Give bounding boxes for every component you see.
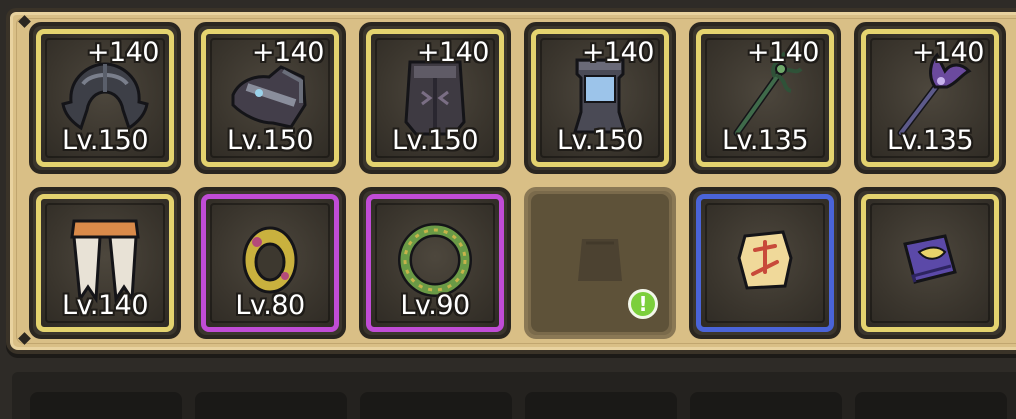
exclamation-icon: !: [628, 289, 658, 319]
empty-slot-placeholder-icon: [578, 239, 622, 282]
rune-stone-icon: [737, 230, 793, 290]
equipment-slot-book[interactable]: [854, 187, 1006, 339]
item-level: Lv.90: [400, 290, 470, 321]
item-level: Lv.135: [886, 125, 974, 156]
equipment-slot-shoulder[interactable]: +140 Lv.150: [194, 22, 346, 174]
upgrade-bonus: +140: [416, 37, 490, 68]
equipment-slot-chest[interactable]: +140 Lv.150: [359, 22, 511, 174]
item-level: Lv.150: [61, 125, 149, 156]
equipment-slot-ring-2[interactable]: Lv.90: [359, 187, 511, 339]
helmet-icon: [61, 62, 149, 131]
inventory-slot[interactable]: [690, 392, 842, 419]
upgrade-bonus: +140: [746, 37, 820, 68]
spellbook-icon: [903, 234, 957, 285]
inventory-slot[interactable]: [525, 392, 677, 419]
upgrade-bonus: +140: [251, 37, 325, 68]
item-level: Lv.150: [226, 125, 314, 156]
inventory-slot[interactable]: [30, 392, 182, 419]
equipment-slot-helmet[interactable]: +140 Lv.150: [29, 22, 181, 174]
upgrade-bonus: +140: [911, 37, 985, 68]
item-level: Lv.80: [235, 290, 305, 321]
inventory-slot[interactable]: [195, 392, 347, 419]
item-level: Lv.140: [61, 290, 149, 321]
item-level: Lv.150: [556, 125, 644, 156]
gold-ring-icon: [242, 226, 298, 294]
equipment-slot-weapon-green[interactable]: +140 Lv.135: [689, 22, 841, 174]
item-level: Lv.135: [721, 125, 809, 156]
equipment-slot-belt[interactable]: +140 Lv.150: [524, 22, 676, 174]
equipment-slot-empty[interactable]: !: [524, 187, 676, 339]
equipment-slot-rune[interactable]: [689, 187, 841, 339]
upgrade-bonus: +140: [86, 37, 160, 68]
leaf-ring-icon: [398, 223, 472, 298]
inventory-slot[interactable]: [855, 392, 1007, 419]
upgrade-bonus: +140: [581, 37, 655, 68]
item-level: Lv.150: [391, 125, 479, 156]
equipment-slot-weapon-purple[interactable]: +140 Lv.135: [854, 22, 1006, 174]
equipment-screen: +140 Lv.150 +140 Lv.150 +140 Lv.150 +140…: [0, 0, 1016, 419]
equipment-slot-ring-1[interactable]: Lv.80: [194, 187, 346, 339]
equipment-slot-pants[interactable]: Lv.140: [29, 187, 181, 339]
inventory-slot[interactable]: [360, 392, 512, 419]
